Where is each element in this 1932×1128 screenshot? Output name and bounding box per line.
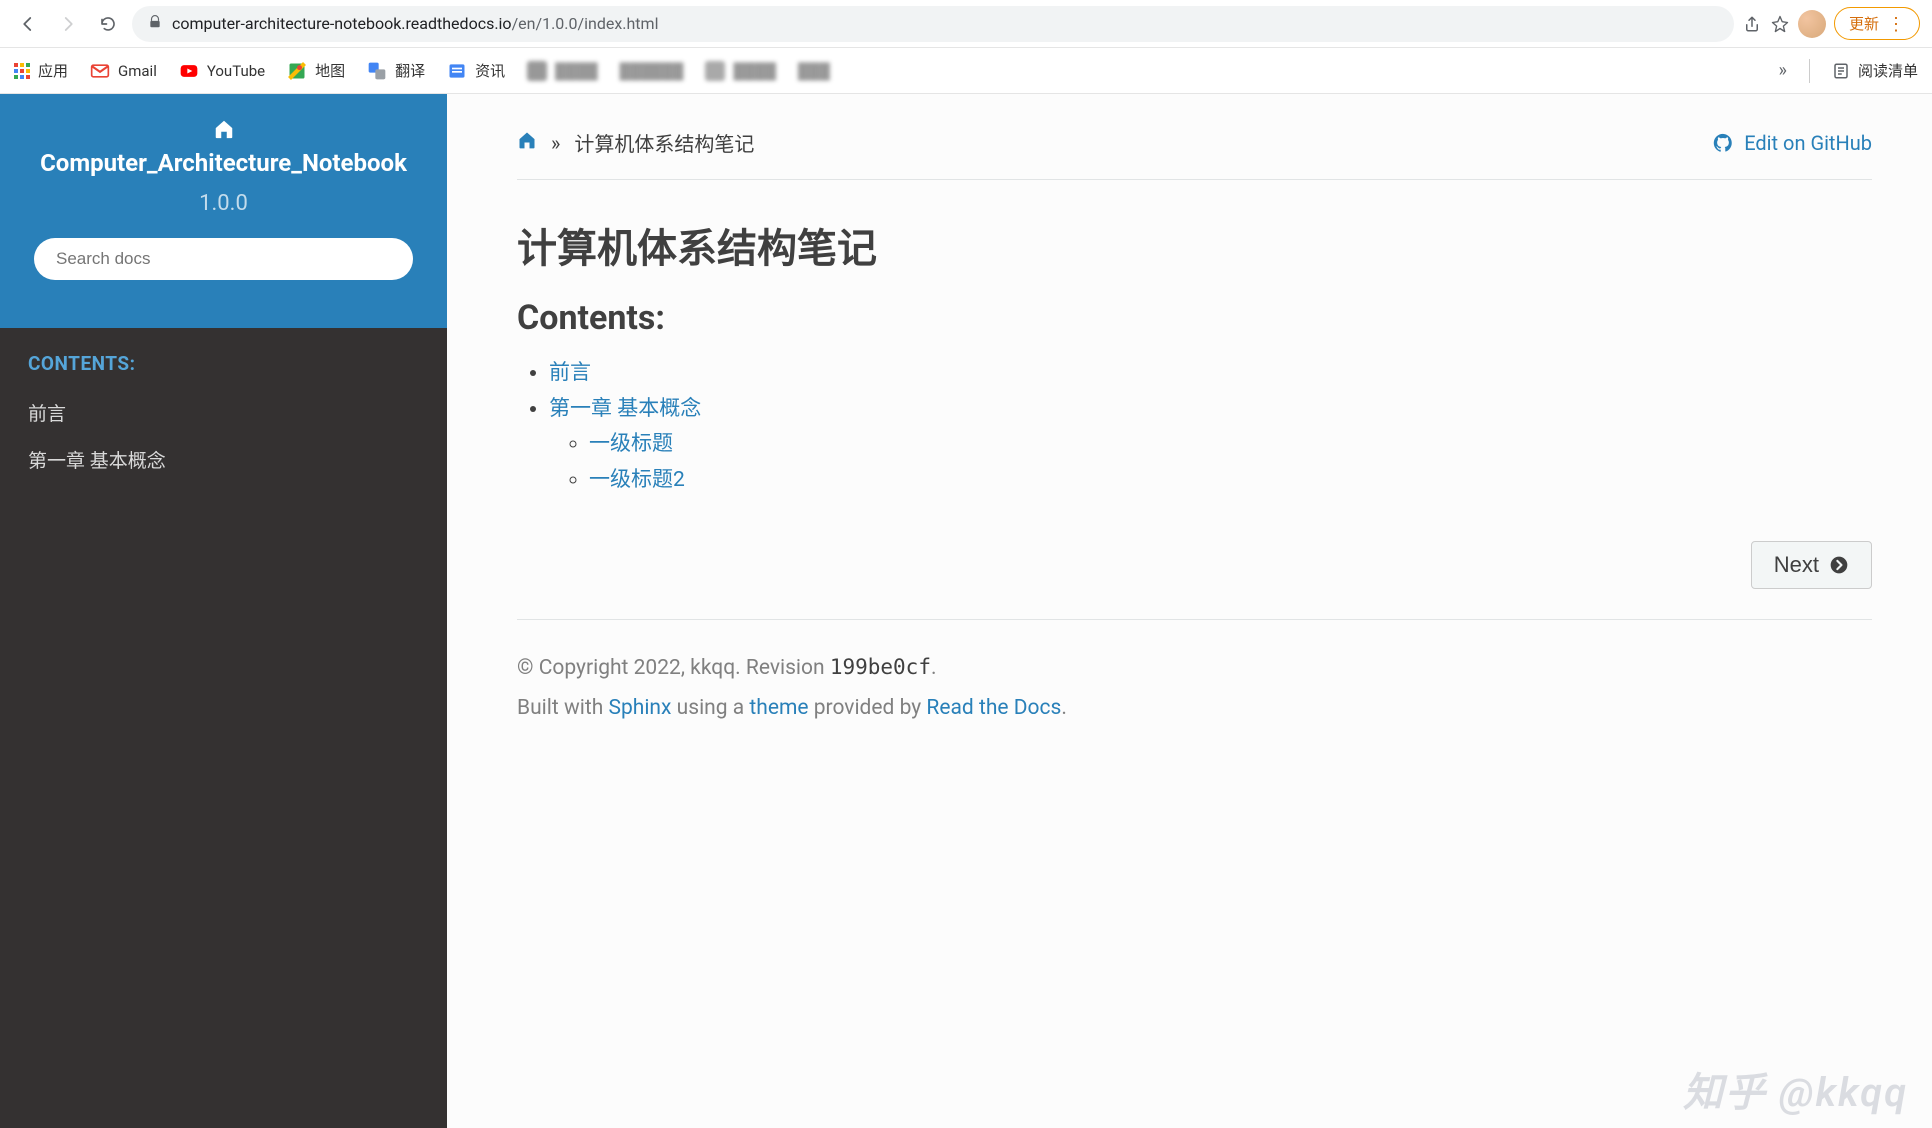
divider — [1809, 59, 1810, 83]
home-icon[interactable] — [16, 118, 431, 145]
toc-link-chapter-1[interactable]: 第一章 基本概念 — [549, 397, 701, 421]
browser-toolbar: computer-architecture-notebook.readthedo… — [0, 0, 1932, 48]
bookmark-youtube[interactable]: YouTube — [179, 61, 265, 81]
toc-item: 一级标题 — [589, 427, 1872, 463]
reading-list-button[interactable]: 阅读清单 — [1832, 60, 1918, 81]
reload-button[interactable] — [92, 8, 124, 40]
theme-link[interactable]: theme — [749, 696, 808, 720]
breadcrumb: » 计算机体系结构笔记 — [517, 128, 754, 157]
toc-item: 第一章 基本概念 一级标题 一级标题2 — [549, 392, 1872, 499]
kebab-menu-icon: ⋮ — [1887, 15, 1905, 33]
sidebar-caption: CONTENTS: — [0, 328, 447, 389]
bookmark-hidden-1[interactable]: ████ — [527, 61, 598, 81]
address-bar[interactable]: computer-architecture-notebook.readthedo… — [132, 6, 1734, 42]
update-button[interactable]: 更新 ⋮ — [1834, 7, 1920, 40]
toc-item: 一级标题2 — [589, 463, 1872, 499]
share-icon[interactable] — [1742, 14, 1762, 34]
rtd-link[interactable]: Read the Docs — [926, 696, 1061, 720]
watermark: 知乎 @kkqq — [1683, 1060, 1908, 1118]
sidebar-item-preface[interactable]: 前言 — [0, 389, 447, 436]
translate-icon — [367, 61, 387, 81]
project-title[interactable]: Computer_Architecture_Notebook — [16, 149, 431, 177]
arrow-right-circle-icon — [1829, 555, 1849, 575]
toc-link-heading-2[interactable]: 一级标题2 — [589, 468, 685, 492]
footer: © Copyright 2022, kkqq. Revision 199be0c… — [517, 648, 1872, 729]
page-title: 计算机体系结构笔记 — [517, 216, 1872, 274]
sidebar: Computer_Architecture_Notebook 1.0.0 CON… — [0, 94, 447, 1128]
bookmark-hidden-4[interactable]: ███ — [798, 62, 830, 80]
bookmark-hidden-3[interactable]: ████ — [705, 61, 776, 81]
sphinx-link[interactable]: Sphinx — [609, 696, 672, 720]
divider — [517, 619, 1872, 620]
bookmark-maps[interactable]: 地图 — [287, 60, 345, 81]
bookmark-gmail[interactable]: Gmail — [90, 61, 157, 81]
breadcrumb-home-icon[interactable] — [517, 130, 537, 155]
youtube-icon — [179, 61, 199, 81]
edit-on-github-link[interactable]: Edit on GitHub — [1712, 131, 1872, 155]
url-host: computer-architecture-notebook.readthedo… — [172, 14, 512, 33]
gmail-icon — [90, 61, 110, 81]
back-button[interactable] — [12, 8, 44, 40]
bookmark-translate[interactable]: 翻译 — [367, 60, 425, 81]
github-icon — [1712, 132, 1734, 154]
breadcrumb-separator: » — [551, 131, 560, 155]
breadcrumb-current: 计算机体系结构笔记 — [574, 128, 754, 157]
star-icon[interactable] — [1770, 14, 1790, 34]
next-button[interactable]: Next — [1751, 541, 1872, 589]
contents-heading: Contents: — [517, 298, 1872, 338]
revision: 199be0cf — [830, 655, 931, 679]
bookmark-news[interactable]: 资讯 — [447, 60, 505, 81]
project-version: 1.0.0 — [16, 191, 431, 216]
news-icon — [447, 61, 467, 81]
toc-link-preface[interactable]: 前言 — [549, 361, 591, 385]
lock-icon — [148, 14, 162, 33]
sidebar-header: Computer_Architecture_Notebook 1.0.0 — [0, 94, 447, 328]
forward-button[interactable] — [52, 8, 84, 40]
profile-avatar[interactable] — [1798, 10, 1826, 38]
divider — [517, 179, 1872, 180]
apps-grid-icon — [14, 63, 30, 79]
search-input[interactable] — [34, 238, 413, 280]
toc-list: 前言 第一章 基本概念 一级标题 一级标题2 — [543, 356, 1872, 499]
url-path: /en/1.0.0/index.html — [512, 14, 659, 33]
sidebar-nav: 前言 第一章 基本概念 — [0, 389, 447, 483]
bookmarks-bar: 应用 Gmail YouTube 地图 翻译 资讯 ████ ██████ ██… — [0, 48, 1932, 94]
content-area: » 计算机体系结构笔记 Edit on GitHub 计算机体系结构笔记 Con… — [447, 94, 1932, 1128]
bookmark-hidden-2[interactable]: ██████ — [620, 62, 684, 80]
toc-link-heading-1[interactable]: 一级标题 — [589, 432, 673, 456]
reading-list-icon — [1832, 62, 1850, 80]
maps-icon — [287, 61, 307, 81]
sidebar-item-chapter-1[interactable]: 第一章 基本概念 — [0, 436, 447, 483]
apps-shortcut[interactable]: 应用 — [14, 60, 68, 81]
toc-item: 前言 — [549, 356, 1872, 392]
bookmarks-overflow[interactable]: » — [1779, 60, 1787, 81]
